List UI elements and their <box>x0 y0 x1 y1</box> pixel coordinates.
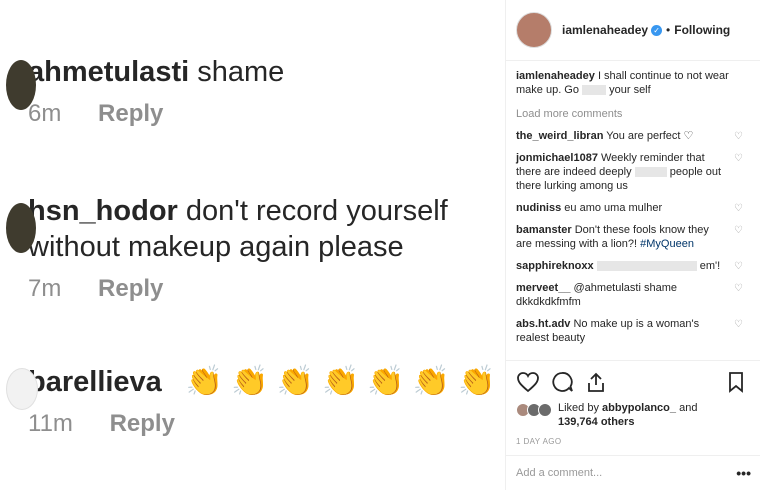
comment-list: iamlenaheadey I shall continue to not we… <box>506 61 760 345</box>
clapping-hands-emoji: 👏 <box>458 365 496 398</box>
reply-button[interactable]: Reply <box>98 275 163 302</box>
caption-text-part2: your self <box>609 84 651 96</box>
clapping-hands-emoji: 👏 <box>321 365 360 398</box>
heart-icon[interactable]: ♡ <box>734 260 743 274</box>
post-username[interactable]: iamlenaheadey <box>562 23 648 37</box>
comment-time: 6m <box>28 100 62 127</box>
post-caption: iamlenaheadey I shall continue to not we… <box>516 69 751 97</box>
likes-text: Liked by abbypolanco_ and 139,764 others <box>558 401 697 429</box>
avatar[interactable] <box>516 12 552 48</box>
comment-text: em'! <box>699 260 721 272</box>
comment-item: abs.ht.adv No make up is a woman's reale… <box>516 317 751 345</box>
comment-username[interactable]: barellieva <box>28 366 162 398</box>
liker-username[interactable]: abbypolanco_ <box>602 402 676 414</box>
heart-icon[interactable]: ♡ <box>734 318 743 332</box>
comment-text: You are perfect ♡ <box>606 130 694 142</box>
likes-summary: Liked by abbypolanco_ and 139,764 others <box>506 397 760 429</box>
post-timestamp[interactable]: 1 DAY AGO <box>506 429 760 454</box>
comment-item: jonmichael1087 Weekly reminder that ther… <box>516 151 751 193</box>
comment-username[interactable]: sapphireknoxx <box>516 260 594 272</box>
comment-username[interactable]: abs.ht.adv <box>516 318 570 330</box>
avatar[interactable] <box>6 60 36 110</box>
comment-meta: 7m Reply <box>28 275 498 303</box>
liked-by-label: Liked by <box>558 402 599 414</box>
like-heart-icon[interactable] <box>516 371 542 395</box>
zoom-comment: barellieva 👏 👏 👏 👏 👏 👏 👏 11m Reply <box>6 364 500 438</box>
add-comment-bar: Add a comment... ••• <box>506 455 760 490</box>
add-comment-input[interactable]: Add a comment... <box>516 467 602 479</box>
comment-item: nudiniss eu amo uma mulher ♡ <box>516 201 751 215</box>
clapping-hands-emoji: 👏 <box>276 365 314 398</box>
post-header: iamlenaheadey ✓ • Following <box>506 0 760 61</box>
action-icons <box>506 361 760 397</box>
heart-icon[interactable]: ♡ <box>734 152 743 166</box>
reply-button[interactable]: Reply <box>110 410 175 437</box>
post-actions: Liked by abbypolanco_ and 139,764 others… <box>506 360 760 454</box>
more-options-icon[interactable]: ••• <box>736 465 751 481</box>
comment-username[interactable]: bamanster <box>516 224 572 236</box>
caption-username[interactable]: iamlenaheadey <box>516 70 595 82</box>
liked-by-and: and <box>679 402 698 414</box>
comment-item: the_weird_libran You are perfect ♡ ♡ <box>516 129 751 143</box>
instagram-post-panel: iamlenaheadey ✓ • Following iamlenaheade… <box>505 0 760 490</box>
heart-icon[interactable]: ♡ <box>734 202 743 216</box>
comment-item: sapphireknoxx em'! ♡ <box>516 259 751 273</box>
hashtag-link[interactable]: #MyQueen <box>640 238 694 250</box>
reply-button[interactable]: Reply <box>98 100 163 127</box>
blurred-text <box>582 85 607 96</box>
zoom-comment: hsn_hodor don't record yourself without … <box>6 193 498 303</box>
comment-meta: 6m Reply <box>28 100 284 128</box>
load-more-comments-button[interactable]: Load more comments <box>516 107 751 121</box>
comment-time: 7m <box>28 275 62 302</box>
blurred-text <box>634 167 667 178</box>
bookmark-icon[interactable] <box>725 371 751 395</box>
clapping-hands-emojis: 👏 👏 👏 👏 👏 👏 👏 <box>178 364 496 400</box>
avatar[interactable] <box>6 368 38 410</box>
clapping-hands-emoji: 👏 <box>412 365 451 398</box>
comment-body: shame <box>197 56 285 88</box>
zoomed-comments-panel: ahmetulasti shame 6m Reply hsn_hodor don… <box>0 0 500 490</box>
comment-item: merveet__ @ahmetulasti shame dkkdkdkfmfm… <box>516 281 751 309</box>
verified-badge-icon: ✓ <box>651 24 663 36</box>
following-button[interactable]: Following <box>674 23 730 37</box>
comment-meta: 11m Reply <box>28 410 500 438</box>
comment-text: ahmetulasti shame <box>28 54 284 90</box>
comment-item: bamanster Don't these fools know they ar… <box>516 223 751 251</box>
comment-username[interactable]: nudiniss <box>516 202 561 214</box>
clapping-hands-emoji: 👏 <box>367 365 405 398</box>
comment-text: barellieva 👏 👏 👏 👏 👏 👏 👏 <box>28 364 500 400</box>
avatar[interactable] <box>6 203 36 253</box>
comment-username[interactable]: the_weird_libran <box>516 130 603 142</box>
comment-username[interactable]: ahmetulasti <box>28 56 189 88</box>
comment-username[interactable]: hsn_hodor <box>28 195 178 227</box>
heart-icon[interactable]: ♡ <box>734 282 743 296</box>
clapping-hands-emoji: 👏 <box>185 365 224 398</box>
comment-text: eu amo uma mulher <box>564 202 663 214</box>
comment-time: 11m <box>28 410 73 437</box>
zoom-comment: ahmetulasti shame 6m Reply <box>6 54 284 128</box>
clapping-hands-emoji: 👏 <box>231 365 269 398</box>
blurred-text <box>596 261 697 272</box>
heart-icon[interactable]: ♡ <box>734 224 743 238</box>
comment-username[interactable]: merveet__ <box>516 282 570 294</box>
comment-username[interactable]: jonmichael1087 <box>516 152 598 164</box>
avatar <box>538 403 552 417</box>
liker-avatars <box>516 403 552 417</box>
comment-bubble-icon[interactable] <box>550 371 576 395</box>
heart-icon[interactable]: ♡ <box>734 130 743 144</box>
separator-dot: • <box>666 23 671 37</box>
likes-count[interactable]: 139,764 others <box>558 416 634 428</box>
share-icon[interactable] <box>584 371 610 395</box>
comment-text: hsn_hodor don't record yourself without … <box>28 193 498 265</box>
